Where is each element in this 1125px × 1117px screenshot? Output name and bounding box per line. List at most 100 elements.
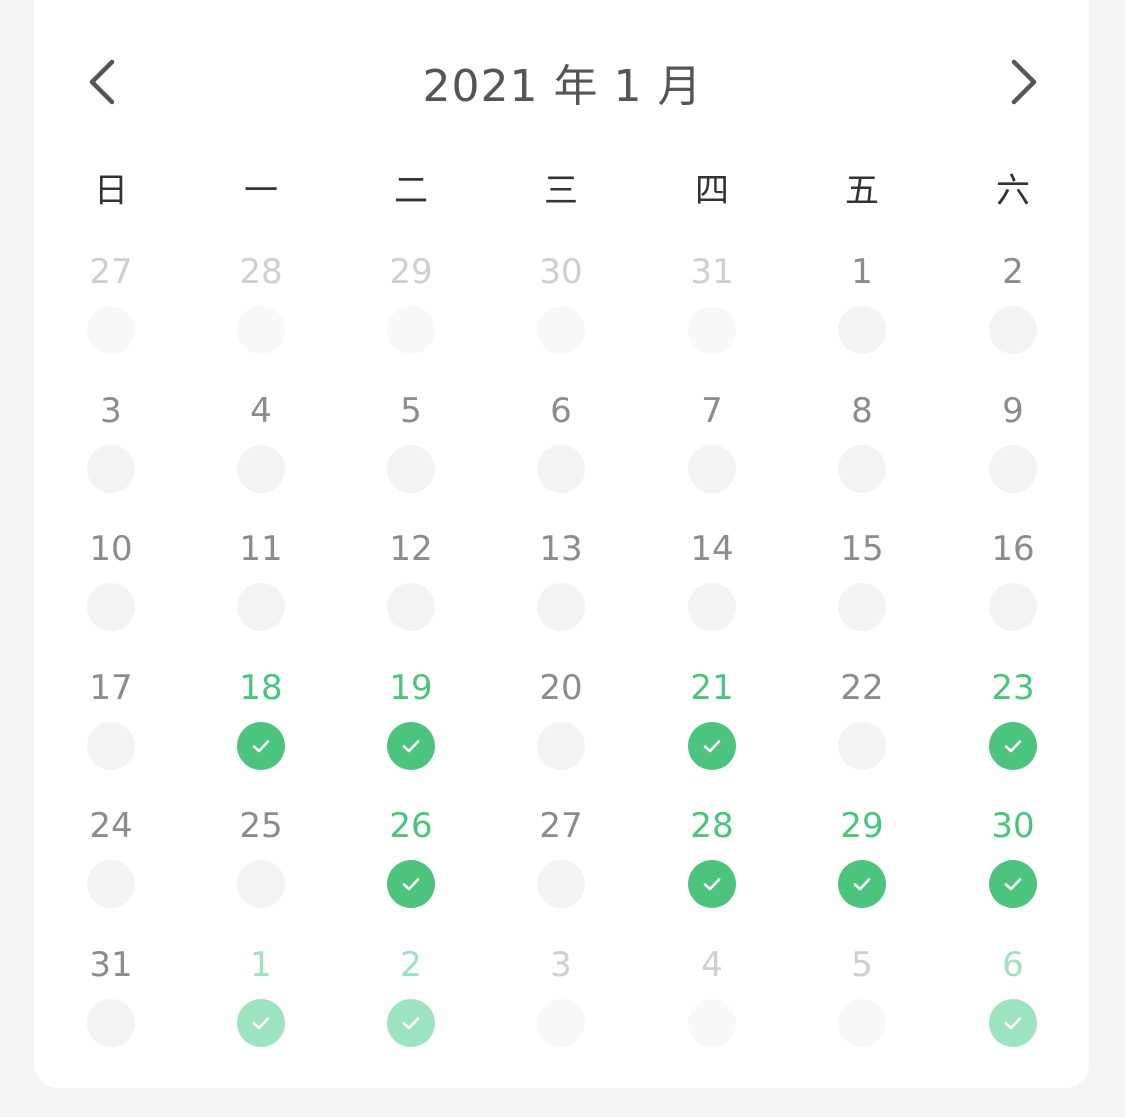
day-marker: [989, 445, 1037, 493]
day-number: 28: [690, 806, 734, 846]
day-cell[interactable]: 9: [958, 391, 1068, 516]
day-cell[interactable]: 19: [356, 668, 466, 793]
checked-day-marker: [237, 999, 285, 1047]
day-cell[interactable]: 25: [206, 806, 316, 931]
day-cell[interactable]: 28: [206, 252, 316, 377]
day-number: 5: [851, 945, 873, 985]
day-marker: [537, 722, 585, 770]
day-cell[interactable]: 31: [657, 252, 767, 377]
day-cell[interactable]: 12: [356, 529, 466, 654]
check-icon: [402, 878, 420, 891]
day-number: 1: [851, 252, 873, 292]
day-number: 18: [239, 668, 283, 708]
day-number: 20: [539, 668, 583, 708]
day-cell[interactable]: 30: [958, 806, 1068, 931]
day-cell[interactable]: 28: [657, 806, 767, 931]
day-cell[interactable]: 13: [506, 529, 616, 654]
check-icon: [402, 1017, 420, 1030]
day-cell[interactable]: 4: [206, 391, 316, 516]
checked-day-marker: [688, 860, 736, 908]
day-number: 25: [239, 806, 283, 846]
day-marker: [838, 445, 886, 493]
day-marker: [237, 306, 285, 354]
day-cell[interactable]: 3: [506, 945, 616, 1070]
day-number: 29: [840, 806, 884, 846]
checked-day-marker: [688, 722, 736, 770]
day-cell[interactable]: 15: [807, 529, 917, 654]
day-cell[interactable]: 14: [657, 529, 767, 654]
day-number: 31: [89, 945, 133, 985]
day-number: 22: [840, 668, 884, 708]
day-cell[interactable]: 29: [356, 252, 466, 377]
day-cell[interactable]: 5: [356, 391, 466, 516]
day-number: 10: [89, 529, 133, 569]
day-marker: [87, 583, 135, 631]
checked-day-marker: [387, 999, 435, 1047]
day-number: 2: [400, 945, 422, 985]
day-cell[interactable]: 5: [807, 945, 917, 1070]
day-cell[interactable]: 24: [56, 806, 166, 931]
day-number: 16: [991, 529, 1035, 569]
day-marker: [537, 860, 585, 908]
day-number: 7: [701, 391, 723, 431]
day-cell[interactable]: 3: [56, 391, 166, 516]
day-cell[interactable]: 17: [56, 668, 166, 793]
day-marker: [87, 306, 135, 354]
day-cell[interactable]: 6: [506, 391, 616, 516]
day-cell[interactable]: 30: [506, 252, 616, 377]
checked-day-marker: [237, 722, 285, 770]
checked-day-marker: [989, 999, 1037, 1047]
day-number: 14: [690, 529, 734, 569]
day-number: 29: [389, 252, 433, 292]
check-icon: [703, 740, 721, 753]
day-cell[interactable]: 8: [807, 391, 917, 516]
day-number: 31: [690, 252, 734, 292]
day-number: 15: [840, 529, 884, 569]
day-cell[interactable]: 27: [506, 806, 616, 931]
day-marker: [688, 306, 736, 354]
day-number: 26: [389, 806, 433, 846]
day-cell[interactable]: 26: [356, 806, 466, 931]
weekday-label: 六: [996, 171, 1030, 211]
day-marker: [87, 860, 135, 908]
next-month-button[interactable]: [1002, 58, 1046, 106]
day-cell[interactable]: 1: [807, 252, 917, 377]
day-number: 3: [100, 391, 122, 431]
day-cell[interactable]: 10: [56, 529, 166, 654]
day-marker: [387, 306, 435, 354]
day-cell[interactable]: 1: [206, 945, 316, 1070]
check-icon: [1004, 878, 1022, 891]
day-cell[interactable]: 29: [807, 806, 917, 931]
day-marker: [87, 722, 135, 770]
day-marker: [989, 583, 1037, 631]
day-cell[interactable]: 21: [657, 668, 767, 793]
checked-day-marker: [989, 722, 1037, 770]
day-cell[interactable]: 22: [807, 668, 917, 793]
check-icon: [703, 878, 721, 891]
day-marker: [387, 445, 435, 493]
day-marker: [387, 583, 435, 631]
day-cell[interactable]: 31: [56, 945, 166, 1070]
day-marker: [688, 999, 736, 1047]
day-cell[interactable]: 23: [958, 668, 1068, 793]
day-cell[interactable]: 7: [657, 391, 767, 516]
day-cell[interactable]: 20: [506, 668, 616, 793]
weekday-label: 五: [845, 171, 879, 211]
day-number: 30: [991, 806, 1035, 846]
day-cell[interactable]: 6: [958, 945, 1068, 1070]
day-cell[interactable]: 2: [356, 945, 466, 1070]
day-marker: [237, 583, 285, 631]
day-marker: [688, 583, 736, 631]
day-cell[interactable]: 16: [958, 529, 1068, 654]
day-number: 21: [690, 668, 734, 708]
day-number: 23: [991, 668, 1035, 708]
day-cell[interactable]: 18: [206, 668, 316, 793]
day-marker: [537, 306, 585, 354]
day-cell[interactable]: 2: [958, 252, 1068, 377]
day-cell[interactable]: 11: [206, 529, 316, 654]
day-cell[interactable]: 27: [56, 252, 166, 377]
day-number: 27: [89, 252, 133, 292]
day-number: 24: [89, 806, 133, 846]
day-number: 9: [1002, 391, 1024, 431]
day-cell[interactable]: 4: [657, 945, 767, 1070]
